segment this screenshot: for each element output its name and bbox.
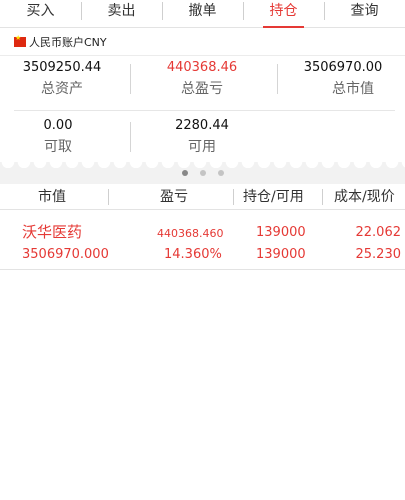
- header-market-value: 市值: [38, 189, 66, 205]
- position-qty: 139000: [256, 225, 306, 240]
- summary-divider: [130, 122, 131, 152]
- cost-price: 22.062: [355, 225, 402, 240]
- pager-dot-1[interactable]: [182, 170, 188, 176]
- tab-sell[interactable]: 卖出: [81, 0, 162, 27]
- header-divider: [233, 189, 234, 205]
- tab-positions[interactable]: 持仓: [243, 0, 324, 28]
- total-pnl: 440368.46 总盈亏: [146, 60, 258, 98]
- tab-query-label: 查询: [350, 3, 379, 19]
- tab-buy-label: 买入: [26, 3, 55, 19]
- account-selector[interactable]: 人民币账户CNY: [0, 28, 405, 56]
- available-value: 2280.44: [175, 118, 229, 133]
- total-assets-label: 总资产: [41, 81, 83, 97]
- pnl-percent: 14.360%: [164, 247, 222, 262]
- tab-positions-label: 持仓: [269, 3, 298, 19]
- summary-row-divider: [14, 110, 395, 111]
- tab-buy[interactable]: 买入: [0, 0, 81, 27]
- withdrawable-value: 0.00: [43, 118, 73, 133]
- positions-table-header: 市值 盈亏 持仓/可用 成本/现价: [0, 184, 405, 210]
- pager-dot-2[interactable]: [200, 170, 206, 176]
- withdrawable-label: 可取: [44, 139, 72, 155]
- tab-cancel-label: 撤单: [188, 3, 217, 19]
- header-divider: [108, 189, 109, 205]
- available-funds: 2280.44 可用: [146, 118, 258, 156]
- header-pnl: 盈亏: [160, 189, 188, 205]
- header-position: 持仓/可用: [243, 189, 304, 205]
- market-value: 3506970.000: [22, 247, 109, 262]
- total-assets: 3509250.44 总资产: [6, 60, 118, 98]
- tab-query[interactable]: 查询: [324, 0, 405, 27]
- tab-sell-label: 卖出: [107, 3, 136, 19]
- total-assets-value: 3509250.44: [22, 60, 102, 75]
- total-pnl-label: 总盈亏: [181, 81, 223, 97]
- trade-tabs: 买入 卖出 撤单 持仓 查询: [0, 0, 405, 28]
- pnl-amount: 440368.460: [157, 227, 224, 240]
- total-market-value: 3506970.00 总市值: [286, 60, 400, 98]
- tab-cancel-order[interactable]: 撤单: [162, 0, 243, 27]
- stock-name: 沃华医药: [22, 223, 83, 241]
- available-label: 可用: [188, 139, 216, 155]
- header-divider: [322, 189, 323, 205]
- total-pnl-value: 440368.46: [166, 60, 238, 75]
- total-market-value-value: 3506970.00: [303, 60, 383, 75]
- scalloped-edge: [0, 162, 405, 168]
- available-qty: 139000: [256, 247, 306, 262]
- pager-dot-3[interactable]: [218, 170, 224, 176]
- table-row[interactable]: 沃华医药 3506970.000 440368.460 14.360% 1390…: [0, 218, 405, 270]
- account-label: 人民币账户CNY: [29, 35, 107, 49]
- current-price: 25.230: [355, 247, 402, 262]
- summary-divider: [130, 64, 131, 94]
- withdrawable: 0.00 可取: [6, 118, 110, 156]
- summary-divider: [277, 64, 278, 94]
- china-flag-icon: [14, 34, 26, 47]
- header-cost-price: 成本/现价: [334, 189, 395, 205]
- total-market-value-label: 总市值: [332, 81, 374, 97]
